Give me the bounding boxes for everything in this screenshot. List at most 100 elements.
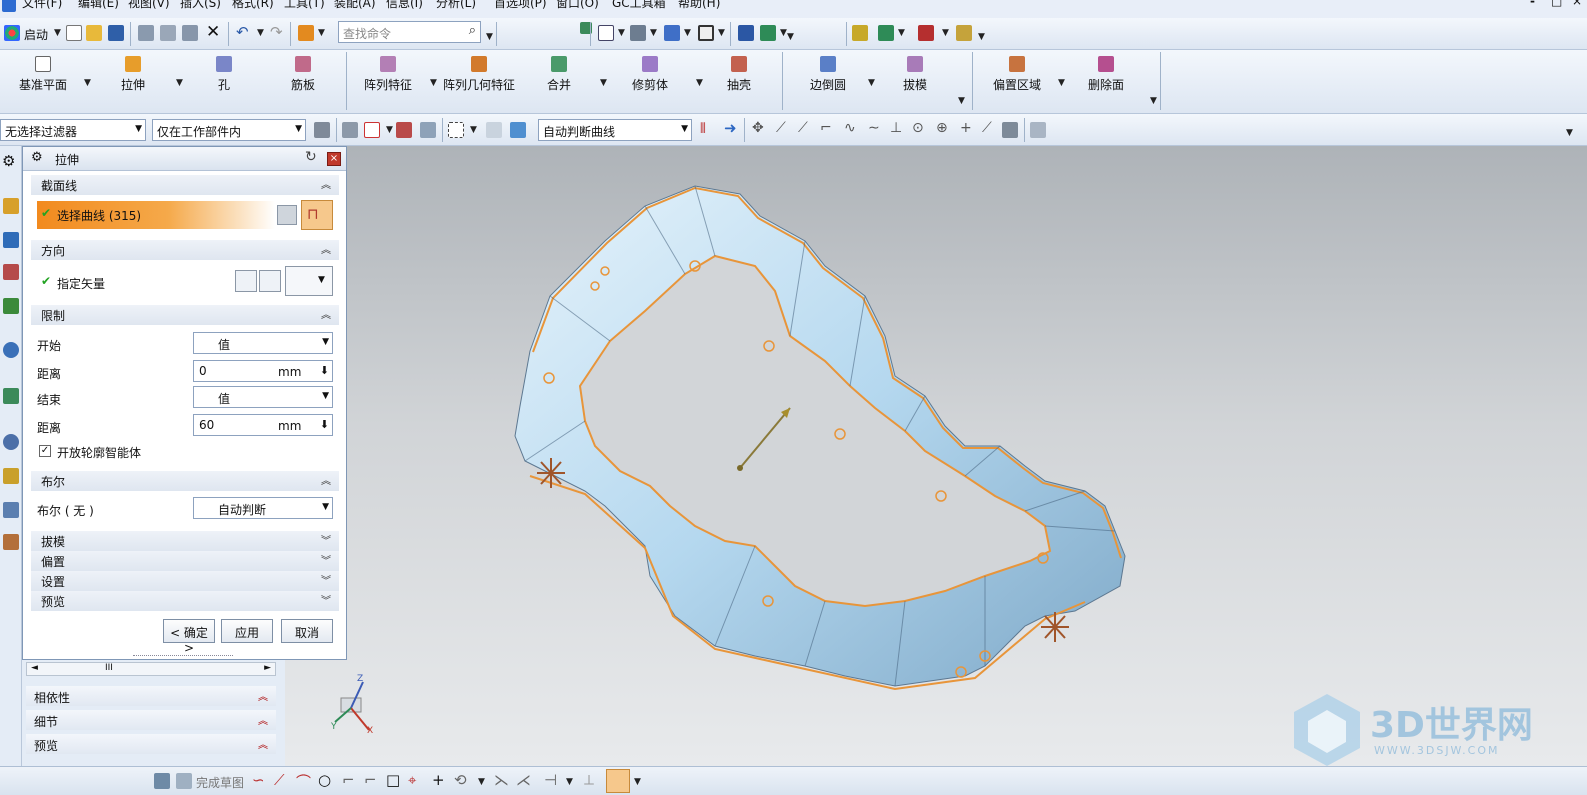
ruler-icon[interactable] xyxy=(956,25,972,41)
layout-icon[interactable] xyxy=(598,25,614,41)
view-toolbar-overflow[interactable]: ▼ xyxy=(787,32,794,42)
draft-button[interactable]: 拔模 xyxy=(892,50,938,110)
save-icon[interactable] xyxy=(108,25,124,41)
hole-button[interactable]: 孔 xyxy=(200,50,248,110)
restore-button[interactable]: □ xyxy=(1551,0,1562,8)
rectangle-select-icon[interactable] xyxy=(448,122,464,138)
circle-icon[interactable]: ○ xyxy=(318,771,331,789)
snap-view-icon[interactable] xyxy=(738,25,754,41)
selection-scope-select[interactable]: 仅在工作部件内 ▼ xyxy=(152,119,306,141)
selection-toolbar-overflow[interactable]: ▼ xyxy=(1566,128,1573,138)
menu-info[interactable]: 信息(I) xyxy=(386,0,423,11)
direction-header[interactable]: 方向 ︽ xyxy=(31,240,339,260)
extrude-button[interactable]: 拉伸 xyxy=(108,50,158,110)
offset-region-button[interactable]: 偏置区域 xyxy=(988,50,1046,110)
solid-body-icon[interactable] xyxy=(510,122,526,138)
pattern-feature-button[interactable]: 阵列特征 xyxy=(358,50,418,110)
reuse-library-icon[interactable] xyxy=(3,298,19,314)
snap-endpoint-icon[interactable]: ⟋ xyxy=(776,120,786,136)
details-row[interactable]: 细节 ︽ xyxy=(26,710,276,730)
shaded-dropdown[interactable]: ▼ xyxy=(684,28,691,38)
constraint-navigator-icon[interactable] xyxy=(3,232,19,248)
part-navigator-icon[interactable] xyxy=(3,264,19,280)
unite-dropdown[interactable]: ▼ xyxy=(600,78,607,88)
datum-plane-dropdown[interactable]: ▼ xyxy=(84,78,91,88)
datum-plane-button[interactable]: 基准平面 xyxy=(10,50,76,110)
redo-icon[interactable]: ↷ xyxy=(270,23,283,41)
cut-icon[interactable] xyxy=(138,25,154,41)
menu-help[interactable]: 帮助(H) xyxy=(678,0,720,11)
background-dropdown[interactable]: ▼ xyxy=(718,28,725,38)
offset-header[interactable]: 偏置 ︾ xyxy=(31,551,339,571)
extrude-dropdown[interactable]: ▼ xyxy=(176,78,183,88)
point-filter-dropdown[interactable]: ▼ xyxy=(386,125,393,135)
menu-tools[interactable]: 工具(T) xyxy=(284,0,325,11)
analysis-icon[interactable] xyxy=(852,25,868,41)
wcs-dropdown[interactable]: ▼ xyxy=(780,28,787,38)
layout-dropdown[interactable]: ▼ xyxy=(618,28,625,38)
search-icon[interactable]: ⌕ xyxy=(469,23,476,38)
quick-extend-icon[interactable]: ⋌ xyxy=(516,771,531,789)
navigator-scrollbar[interactable]: ◄ III ► xyxy=(26,662,276,676)
menu-window[interactable]: 窗口(O) xyxy=(556,0,599,11)
menu-insert[interactable]: 插入(S) xyxy=(180,0,221,11)
preview-header[interactable]: 预览 ︾ xyxy=(31,591,339,611)
undo-icon[interactable]: ↶ xyxy=(236,23,249,41)
cancel-button[interactable]: 取消 xyxy=(281,619,333,643)
command-search-input[interactable]: 查找命令 ⌕ xyxy=(338,21,481,43)
point-icon[interactable]: + xyxy=(432,771,445,789)
menu-file[interactable]: 文件(F) xyxy=(22,0,62,11)
snap-midpoint-icon[interactable]: ⟋ xyxy=(798,120,808,136)
dependencies-row[interactable]: 相依性 ︽ xyxy=(26,686,276,706)
dialog-title-bar[interactable]: ⚙ 拉伸 ↻ × xyxy=(23,147,346,171)
rib-button[interactable]: 筋板 xyxy=(278,50,328,110)
distance-icon[interactable] xyxy=(918,25,934,41)
snap-bounded-icon[interactable] xyxy=(1002,122,1018,138)
trim-body-dropdown[interactable]: ▼ xyxy=(696,78,703,88)
finish-sketch-button[interactable]: 完成草图 xyxy=(196,774,244,791)
limits-header[interactable]: 限制 ︽ xyxy=(31,305,339,325)
curve-rule-select[interactable]: 自动判断曲线 ▼ xyxy=(538,119,692,141)
quick-trim-icon[interactable]: ⋋ xyxy=(494,771,509,789)
paste-icon[interactable] xyxy=(182,25,198,41)
body-icon[interactable] xyxy=(486,122,502,138)
scroll-thumb[interactable]: III xyxy=(105,663,113,673)
menu-assembly[interactable]: 装配(A) xyxy=(334,0,376,11)
distance-dropdown[interactable]: ▼ xyxy=(942,28,949,38)
rectangle-icon[interactable]: □ xyxy=(386,771,400,789)
utility-toolbar-overflow[interactable]: ▼ xyxy=(978,32,985,42)
dialog-resize-grip[interactable] xyxy=(133,655,233,658)
sketch-section-button[interactable] xyxy=(277,205,297,225)
boolean-header[interactable]: 布尔 ︽ xyxy=(31,471,339,491)
offset-region-dropdown[interactable]: ▼ xyxy=(1058,78,1065,88)
snap-center-icon[interactable]: ⊥ xyxy=(890,120,902,136)
copy-icon[interactable] xyxy=(160,25,176,41)
trim-body-button[interactable]: 修剪体 xyxy=(624,50,676,110)
snap-existing-icon[interactable]: ✥ xyxy=(752,120,764,136)
assembly-navigator-icon[interactable] xyxy=(3,198,19,214)
dimension-icon[interactable]: ⟂ xyxy=(584,771,594,789)
continuous-auto-dimension-button[interactable] xyxy=(606,769,630,793)
follow-fillet-icon[interactable]: ➜ xyxy=(724,119,737,137)
type-filter-select[interactable]: 无选择过滤器 ▼ xyxy=(0,119,146,141)
feature-group-overflow-2[interactable]: ▼ xyxy=(1150,96,1157,106)
section-curve-header[interactable]: 截面线 ︽ xyxy=(31,175,339,195)
search-toolbar-overflow[interactable]: ▼ xyxy=(486,32,493,42)
reset-icon[interactable]: ↻ xyxy=(305,149,317,165)
arc-icon[interactable]: ⌒ xyxy=(296,771,311,792)
start-distance-input[interactable]: 0 mm ⬇ xyxy=(193,360,333,382)
snap-on-face-icon[interactable]: ⟋ xyxy=(982,120,992,136)
render-style-icon[interactable] xyxy=(630,25,646,41)
clock-icon[interactable] xyxy=(3,434,19,450)
snap-intersection-icon[interactable]: ∿ xyxy=(844,120,856,136)
offset-curve-icon[interactable]: ⟲ xyxy=(454,771,467,789)
graphics-viewport[interactable]: Z X Y xyxy=(285,146,1587,766)
background-icon[interactable] xyxy=(698,25,714,41)
command-finder-dropdown[interactable]: ▼ xyxy=(318,28,325,38)
menu-view[interactable]: 视图(V) xyxy=(128,0,170,11)
constraint-icon[interactable]: ⊣ xyxy=(544,771,557,789)
menu-analysis[interactable]: 分析(L) xyxy=(436,0,476,11)
curve-select-button[interactable]: ⊓ xyxy=(301,200,333,230)
select-curve-row[interactable]: ✔ 选择曲线 (315) xyxy=(37,201,275,229)
system-materials-icon[interactable] xyxy=(3,502,19,518)
